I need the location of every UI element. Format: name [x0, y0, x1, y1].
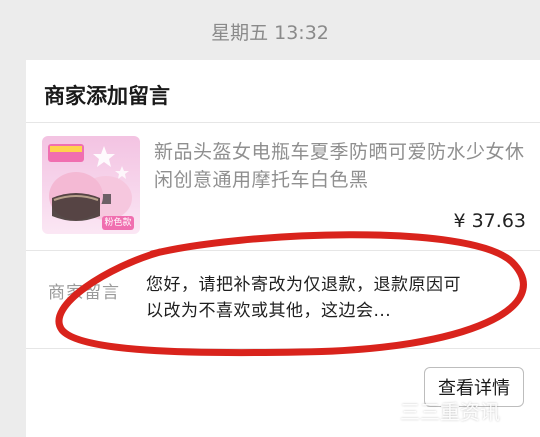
title-divider: [26, 122, 540, 123]
message-timestamp: 星期五 13:32: [211, 22, 329, 44]
message-label: 商家留言: [48, 283, 120, 303]
merchant-message-card[interactable]: 商家添加留言 粉色款 新品头盔女电瓶车夏季防晒可爱防水少女休闲创意通用摩托车白色…: [26, 60, 540, 437]
product-thumbnail[interactable]: 粉色款: [42, 136, 140, 234]
product-title[interactable]: 新品头盔女电瓶车夏季防晒可爱防水少女休闲创意通用摩托车白色黑: [154, 138, 534, 194]
product-price: ¥ 37.63: [453, 210, 526, 232]
card-title: 商家添加留言: [44, 84, 170, 108]
message-divider: [26, 348, 540, 349]
thumbnail-badge-label: 粉色款: [104, 218, 132, 228]
message-text: 您好，请把补寄改为仅退款，退款原因可以改为不喜欢或其他，这边会...: [146, 275, 461, 321]
product-divider: [26, 250, 540, 251]
location-pin-icon: [372, 398, 396, 422]
watermark: 三三重资讯: [372, 395, 500, 425]
watermark-text: 三三重资讯: [400, 399, 500, 424]
